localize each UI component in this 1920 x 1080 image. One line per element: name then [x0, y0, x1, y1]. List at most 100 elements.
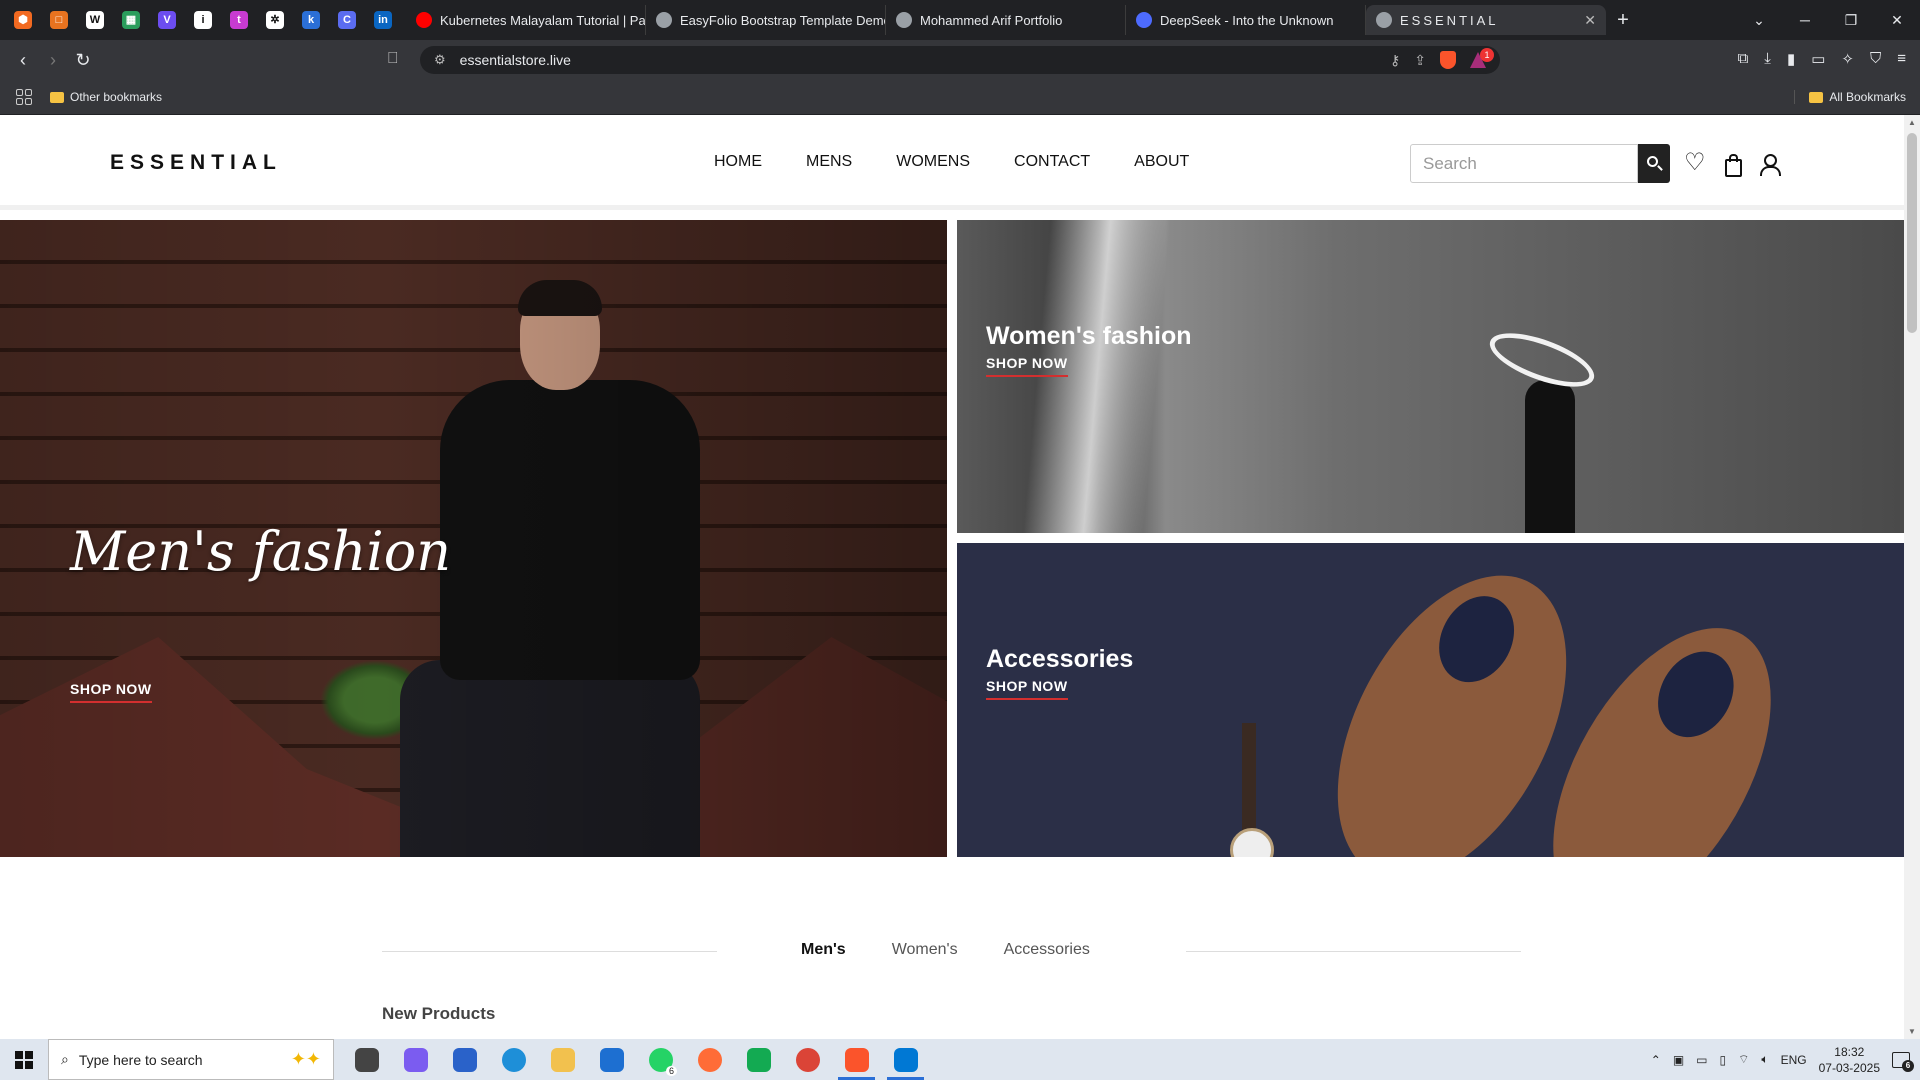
sheet-icon[interactable]: ▦ [116, 5, 146, 35]
downloads-icon[interactable]: ⤓ [1764, 50, 1771, 68]
browser-tab[interactable]: DeepSeek - Into the Unknown [1126, 5, 1366, 35]
square-icon[interactable]: □ [44, 5, 74, 35]
sidebar-icon[interactable]: ▮ [1787, 50, 1795, 68]
pinned-glyph: V [158, 11, 176, 29]
windows-start-button[interactable] [0, 1039, 48, 1080]
meet-icon[interactable]: ▣ [1673, 1053, 1684, 1067]
postman-icon[interactable] [685, 1039, 734, 1080]
browser-tab-strip: ⬢ □ W ▦ Vi t ✲ k Cin Kubernetes Malayalam Tutori… [0, 0, 1920, 40]
browser-tab[interactable]: Mohammed Arif Portfolio [886, 5, 1126, 35]
browser-tab[interactable]: EasyFolio Bootstrap Template Demo [646, 5, 886, 35]
divider-line [1186, 951, 1521, 952]
wallet-icon[interactable]: ▭ [1811, 50, 1825, 68]
pinned-glyph: k [302, 11, 320, 29]
scroll-down-icon[interactable]: ▼ [1908, 1027, 1916, 1036]
forward-button[interactable]: › [38, 50, 68, 71]
key-icon[interactable]: ⚷ [1390, 52, 1400, 69]
task-view-icon[interactable] [342, 1039, 391, 1080]
user-account-icon[interactable] [1758, 153, 1781, 176]
brave-shields-icon[interactable] [1440, 51, 1456, 69]
wishlist-heart-icon[interactable] [1684, 153, 1706, 175]
pinned-glyph: ✲ [266, 11, 284, 29]
tab-title: ESSENTIAL [1400, 12, 1499, 28]
woman-model-image [1483, 322, 1607, 533]
nav-link-about[interactable]: ABOUT [1134, 153, 1189, 171]
bookmark-folder-all[interactable]: All Bookmarks [1794, 90, 1906, 104]
new-tab-button[interactable]: + [1606, 9, 1640, 32]
vpn-icon[interactable]: ⛉ [1870, 50, 1881, 68]
file-explorer-icon[interactable] [538, 1039, 587, 1080]
page-scrollbar[interactable]: ▲ ▼ [1904, 115, 1920, 1039]
tab-favicon-icon [896, 12, 912, 28]
hero-womens-fashion[interactable]: Women's fashion SHOP NOW [957, 220, 1904, 533]
copilot-icon[interactable] [391, 1039, 440, 1080]
c-icon[interactable]: C [332, 5, 362, 35]
nav-link-womens[interactable]: WOMENS [896, 153, 970, 171]
mail-icon[interactable] [587, 1039, 636, 1080]
category-tab[interactable]: Men's [801, 941, 846, 959]
tab-title: DeepSeek - Into the Unknown [1160, 12, 1334, 28]
restore-button[interactable]: ❐ [1828, 12, 1874, 29]
display-icon[interactable]: ▭ [1696, 1053, 1707, 1067]
tab-search-icon[interactable]: ⌄ [1736, 12, 1782, 29]
spark-icon[interactable]: ✲ [260, 5, 290, 35]
share-icon[interactable]: ⇪ [1414, 52, 1426, 69]
wifi-icon[interactable]: ⌔ [1738, 1052, 1749, 1067]
mens-shop-now-link[interactable]: SHOP NOW [70, 681, 152, 703]
linkedin-icon[interactable]: in [368, 5, 398, 35]
reload-button[interactable]: ↻ [68, 50, 98, 71]
bookmark-icon[interactable]: ⎕ [388, 50, 398, 68]
scrollbar-thumb[interactable] [1907, 133, 1917, 333]
word-icon[interactable]: W [80, 5, 110, 35]
k-icon[interactable]: k [296, 5, 326, 35]
womens-shop-now-link[interactable]: SHOP NOW [986, 355, 1068, 377]
apps-grid-icon[interactable] [16, 89, 32, 105]
close-tab-icon[interactable]: ✕ [1584, 12, 1596, 29]
minimize-button[interactable]: ─ [1782, 12, 1828, 28]
t-icon[interactable]: t [224, 5, 254, 35]
search-input[interactable] [1410, 144, 1638, 183]
nav-link-home[interactable]: HOME [714, 153, 762, 171]
hero-mens-fashion[interactable]: Men's fashion SHOP NOW [0, 220, 947, 857]
site-logo[interactable]: ESSENTIAL [110, 151, 282, 175]
extensions-icon[interactable]: ⧉ [1738, 50, 1749, 68]
address-bar[interactable]: ⚙ essentialstore.live ⚷ ⇪ [420, 46, 1500, 74]
bookmark-folder-other[interactable]: Other bookmarks [50, 90, 162, 104]
vscode-icon[interactable] [881, 1039, 930, 1080]
volume-icon[interactable]: 🔈︎ [1761, 1052, 1768, 1067]
info-icon[interactable]: i [188, 5, 218, 35]
v-icon[interactable]: V [152, 5, 182, 35]
clock[interactable]: 18:32 07-03-2025 [1819, 1044, 1880, 1076]
taskbar-search-box[interactable]: ⌕ Type here to search ✦✦ [48, 1039, 334, 1080]
close-window-button[interactable]: ✕ [1874, 12, 1920, 29]
category-tab[interactable]: Women's [892, 941, 958, 959]
mongodb-icon[interactable] [734, 1039, 783, 1080]
hero-accessories[interactable]: Accessories SHOP NOW [957, 543, 1904, 857]
notification-center-icon[interactable]: 6 [1892, 1051, 1914, 1072]
nav-link-contact[interactable]: CONTACT [1014, 153, 1090, 171]
chevron-up-icon[interactable]: ⌃ [1651, 1053, 1661, 1067]
nav-link-mens[interactable]: MENS [806, 153, 852, 171]
accessories-shop-now-link[interactable]: SHOP NOW [986, 678, 1068, 700]
brave-taskbar-icon[interactable] [832, 1039, 881, 1080]
menu-icon[interactable]: ≡ [1897, 50, 1906, 68]
brave-icon[interactable]: ⬢ [8, 5, 38, 35]
leo-ai-icon[interactable]: ✧ [1841, 50, 1854, 68]
language-indicator[interactable]: ENG [1781, 1053, 1807, 1067]
scroll-up-icon[interactable]: ▲ [1908, 118, 1916, 127]
search-button[interactable] [1638, 144, 1670, 183]
browser-tab[interactable]: ESSENTIAL ✕ [1366, 5, 1606, 35]
back-button[interactable]: ‹ [8, 50, 38, 71]
edge-icon[interactable] [489, 1039, 538, 1080]
category-tab[interactable]: Accessories [1004, 941, 1090, 959]
site-settings-icon[interactable]: ⚙ [434, 52, 446, 68]
chrome-icon[interactable] [783, 1039, 832, 1080]
whatsapp-icon[interactable]: 6 [636, 1039, 685, 1080]
pinned-glyph: C [338, 11, 356, 29]
battery-icon[interactable]: ▯ [1720, 1053, 1727, 1067]
shopping-bag-icon[interactable] [1722, 153, 1744, 177]
taskbar-apps: 6 [342, 1039, 930, 1080]
store-icon[interactable] [440, 1039, 489, 1080]
mens-fashion-title: Men's fashion [70, 520, 451, 583]
browser-tab[interactable]: Kubernetes Malayalam Tutorial | Pa [406, 5, 646, 35]
